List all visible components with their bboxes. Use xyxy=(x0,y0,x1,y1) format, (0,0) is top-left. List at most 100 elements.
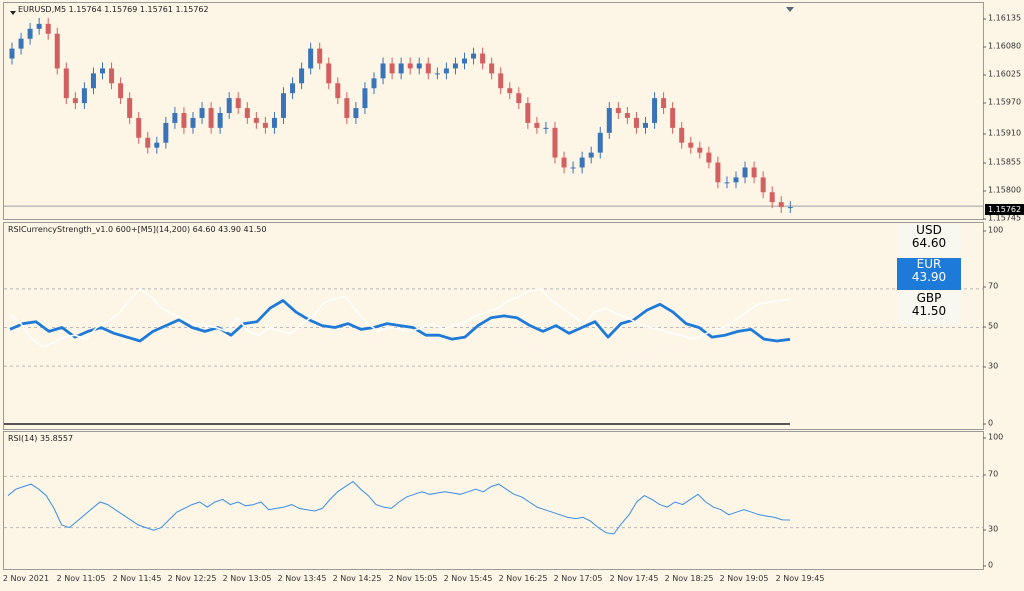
candle-body xyxy=(109,68,115,84)
candle-body xyxy=(552,127,558,158)
shift-marker-icon[interactable] xyxy=(786,7,794,12)
candle-body xyxy=(163,122,169,143)
candle-body xyxy=(9,48,15,59)
price-axis: 1.16135 1.16080 1.16025 1.15970 1.15910 … xyxy=(982,2,1024,223)
candle-body xyxy=(416,63,422,69)
rsi-pane[interactable]: RSI(14) 35.8557 xyxy=(3,431,984,570)
candle-body xyxy=(407,63,413,69)
usd-strength-box: USD 64.60 xyxy=(897,224,961,256)
level-tick: 100 xyxy=(982,225,1004,235)
eur-strength-box: EUR 43.90 xyxy=(897,258,961,290)
time-tick: 2 Nov 11:05 xyxy=(56,574,106,583)
level-tick: 50 xyxy=(982,321,999,331)
price-chart-pane[interactable]: EURUSD,M5 1.15764 1.15769 1.15761 1.1576… xyxy=(3,2,984,220)
candle-body xyxy=(45,23,51,34)
level-tick: 100 xyxy=(982,432,1004,442)
candle-body xyxy=(271,117,277,128)
candle-body xyxy=(507,88,513,94)
candle-body xyxy=(90,73,96,89)
candle-body xyxy=(380,63,386,79)
candle-body xyxy=(371,78,377,89)
candle-body xyxy=(561,157,567,168)
candle-body xyxy=(588,152,594,158)
candle-body xyxy=(652,98,658,123)
candle-body xyxy=(244,108,250,118)
candle-body xyxy=(63,68,69,99)
candle-body xyxy=(18,38,24,49)
candle-body xyxy=(344,98,350,118)
level-tick: 70 xyxy=(982,281,999,291)
rsi-currency-strength-pane[interactable]: RSICurrencyStrength_v1.0 600+[M5](14,200… xyxy=(3,222,984,430)
candle-body xyxy=(290,83,296,94)
gbp-strength-box: GBP 41.50 xyxy=(897,292,961,324)
candle-body xyxy=(778,202,784,208)
candle-body xyxy=(235,98,241,109)
time-tick: 2 Nov 17:45 xyxy=(609,574,659,583)
time-tick: 2 Nov 16:25 xyxy=(498,574,548,583)
candle-body xyxy=(489,63,495,74)
price-tick: 1.16025 xyxy=(982,69,1022,79)
candle-body xyxy=(462,58,467,64)
candle-body xyxy=(688,142,694,148)
candle-body xyxy=(36,23,42,29)
level-tick: 30 xyxy=(982,361,999,371)
candle-body xyxy=(534,122,540,128)
level-tick: 0 xyxy=(982,418,994,428)
candle-body xyxy=(208,108,214,128)
gbp-strength-line xyxy=(10,324,791,363)
candle-body xyxy=(706,152,712,163)
candle-body xyxy=(262,122,268,128)
rsi-currency-strength-chart xyxy=(4,288,983,425)
indicator-header: RSICurrencyStrength_v1.0 600+[M5](14,200… xyxy=(8,225,267,234)
candle-body xyxy=(27,28,33,39)
level-tick: 70 xyxy=(982,469,999,479)
candle-body xyxy=(633,117,639,128)
candle-body xyxy=(443,68,449,74)
time-tick: 2 Nov 13:05 xyxy=(222,574,272,583)
time-tick: 2 Nov 11:45 xyxy=(112,574,162,583)
time-tick: 2 Nov 19:45 xyxy=(775,574,825,583)
candle-body xyxy=(543,127,549,129)
candle-body xyxy=(100,68,105,74)
price-tick: 1.15855 xyxy=(982,157,1022,167)
candle-body xyxy=(335,83,341,99)
candle-body xyxy=(199,108,205,118)
candle-body xyxy=(516,93,522,104)
candle-body xyxy=(742,167,748,178)
candle-body xyxy=(498,73,504,89)
candle-body xyxy=(317,48,323,64)
candle-body xyxy=(226,98,232,113)
candle-body xyxy=(452,63,458,69)
candle-body xyxy=(760,177,766,193)
time-tick: 2 Nov 14:25 xyxy=(332,574,382,583)
time-tick: 2 Nov 2021 xyxy=(2,574,50,583)
candlestick-chart xyxy=(4,17,983,214)
candle-body xyxy=(127,98,133,118)
candle-body xyxy=(253,117,259,123)
candle-body xyxy=(425,63,431,74)
price-tick: 1.15910 xyxy=(982,128,1022,138)
candle-body xyxy=(398,63,404,74)
rsi-header: RSI(14) 35.8557 xyxy=(8,434,74,443)
time-tick: 2 Nov 13:45 xyxy=(277,574,327,583)
candle-body xyxy=(326,63,332,84)
time-tick: 2 Nov 18:25 xyxy=(664,574,714,583)
chart-menu-arrow-icon[interactable] xyxy=(10,11,16,15)
level-tick: 30 xyxy=(982,524,999,534)
candle-body xyxy=(751,167,757,178)
eur-value: 43.90 xyxy=(911,270,947,284)
candle-body xyxy=(679,127,685,143)
candle-body xyxy=(118,83,124,99)
candle-body xyxy=(480,53,486,64)
candle-body xyxy=(389,63,395,74)
candle-body xyxy=(54,33,60,69)
candle-body xyxy=(733,177,739,183)
time-axis: 2 Nov 2021 2 Nov 11:05 2 Nov 11:45 2 Nov… xyxy=(0,570,1024,591)
price-tick: 1.16135 xyxy=(982,13,1022,23)
rsi-axis: 100 70 30 0 xyxy=(982,431,1024,570)
candle-body xyxy=(353,108,359,118)
candle-body xyxy=(525,103,531,123)
candle-body xyxy=(697,147,703,153)
candle-body xyxy=(787,207,793,209)
time-tick: 2 Nov 15:45 xyxy=(443,574,493,583)
